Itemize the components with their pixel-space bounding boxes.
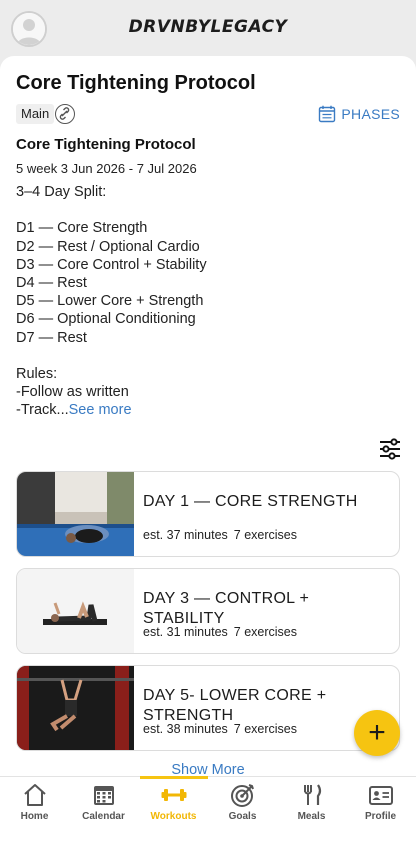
description-line: D7 — Rest	[16, 329, 87, 346]
description-line	[16, 201, 396, 219]
tab-label: Profile	[364, 811, 397, 822]
tab-label: Home	[20, 811, 49, 822]
show-more-link[interactable]: Show More	[0, 762, 416, 776]
tag-chip[interactable]: Main	[16, 104, 55, 124]
tab-label: Goals	[228, 811, 257, 822]
workout-meta: est. 31 minutes 7 exercises	[143, 625, 297, 639]
description-line	[16, 347, 396, 365]
target-icon	[230, 784, 254, 807]
tab-calendar[interactable]: Calendar	[69, 783, 138, 833]
workout-card[interactable]: DAY 3 — CONTROL + STABILITY est. 31 minu…	[16, 568, 400, 654]
program-dates: 5 week 3 Jun 2026 - 7 Jul 2026	[16, 161, 197, 176]
workout-name: DAY 1 — CORE STRENGTH	[143, 493, 358, 510]
program-description: 3–4 Day Split: D1 — Core Strength D2 — R…	[16, 183, 396, 420]
calendar-icon	[93, 786, 114, 805]
top-bar: DRVNBYLEGACY	[0, 0, 416, 58]
description-line: D2 — Rest / Optional Cardio	[16, 238, 200, 255]
bottom-tab-bar: Home Calendar Workouts Goals Meals Profi…	[0, 776, 416, 852]
workout-duration: est. 37 minutes	[143, 528, 228, 542]
see-more-link[interactable]: See more	[69, 402, 132, 418]
workout-thumbnail-image	[17, 472, 134, 556]
description-line: D6 — Optional Conditioning	[16, 311, 196, 328]
workout-meta: est. 37 minutes 7 exercises	[143, 528, 297, 542]
workout-meta: est. 38 minutes 7 exercises	[143, 722, 297, 736]
calendar-list-icon	[319, 105, 336, 123]
tab-workouts[interactable]: Workouts	[139, 783, 208, 833]
tab-profile[interactable]: Profile	[346, 783, 415, 833]
workout-card[interactable]: DAY 1 — CORE STRENGTH est. 37 minutes 7 e…	[16, 471, 400, 557]
page-title: Core Tightening Protocol	[16, 72, 256, 94]
description-line: D4 — Rest	[16, 275, 87, 291]
program-subtitle: Core Tightening Protocol	[16, 136, 196, 153]
description-line: D5 — Lower Core + Strength	[16, 293, 204, 310]
phases-label: PHASES	[341, 106, 400, 122]
description-line: 3–4 Day Split:	[16, 184, 107, 200]
description-line-last: -Track...See more	[16, 401, 396, 419]
id-card-icon	[368, 786, 393, 805]
description-line: -Follow as written	[16, 384, 129, 401]
description-truncated: -Track...	[16, 402, 69, 419]
tab-label: Workouts	[150, 811, 197, 822]
fork-knife-icon	[303, 784, 321, 805]
description-line: Rules:	[16, 366, 58, 382]
workout-exercise-count: 7 exercises	[233, 528, 297, 542]
phases-button[interactable]: PHASES	[318, 103, 400, 125]
workout-card[interactable]: DAY 5- LOWER CORE + STRENGTH est. 38 min…	[16, 665, 400, 751]
tab-meals[interactable]: Meals	[277, 783, 346, 833]
add-button[interactable]: +	[354, 710, 400, 756]
brand-logo: DRVNBYLEGACY	[128, 17, 288, 37]
workout-name: DAY 3 — CONTROL + STABILITY	[143, 590, 310, 627]
description-line: D3 — Core Control + Stability	[16, 256, 207, 273]
tab-home[interactable]: Home	[0, 783, 69, 833]
description-line: D1 — Core Strength	[16, 220, 148, 237]
tab-label: Meals	[297, 811, 326, 822]
workout-duration: est. 31 minutes	[143, 625, 228, 639]
tab-label: Calendar	[82, 811, 125, 822]
workout-thumbnail-image	[17, 666, 134, 750]
plus-icon: +	[368, 716, 386, 749]
link-icon[interactable]	[55, 104, 75, 124]
workout-exercise-count: 7 exercises	[233, 722, 297, 736]
workout-name: DAY 5- LOWER CORE + STRENGTH	[143, 687, 327, 724]
filter-sliders-icon[interactable]	[378, 438, 402, 460]
workout-exercise-count: 7 exercises	[233, 625, 297, 639]
program-card: Core Tightening Protocol Main PHASES Cor…	[0, 56, 416, 776]
workout-thumbnail-image	[17, 569, 134, 653]
home-icon	[23, 784, 46, 806]
tab-goals[interactable]: Goals	[208, 783, 277, 833]
dumbbell-icon	[161, 789, 186, 801]
workout-duration: est. 38 minutes	[143, 722, 228, 736]
active-tab-indicator	[140, 776, 208, 779]
